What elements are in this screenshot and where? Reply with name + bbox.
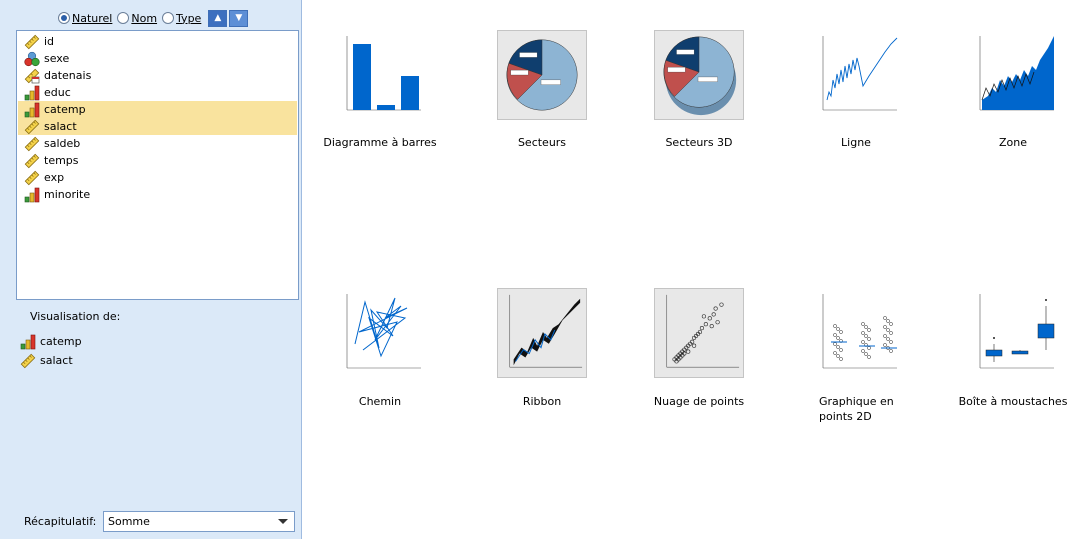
visualisation-label: Visualisation de: bbox=[30, 310, 121, 323]
variable-item-educ[interactable]: educ bbox=[18, 84, 297, 101]
chart-type-caption: Nuage de points bbox=[653, 395, 745, 408]
variable-label: catemp bbox=[44, 103, 86, 116]
visualisation-item-label: catemp bbox=[40, 335, 82, 348]
scale-ruler-icon bbox=[24, 136, 40, 152]
variable-label: datenais bbox=[44, 69, 92, 82]
visualisation-item-salact[interactable]: salact bbox=[20, 352, 73, 369]
chart-type-caption: Zone bbox=[998, 136, 1027, 149]
area-chart-thumbnail[interactable] bbox=[968, 30, 1058, 120]
sort-ascending-button[interactable]: ▲ bbox=[208, 9, 228, 27]
summary-select[interactable]: Somme bbox=[103, 511, 295, 532]
line-chart-thumbnail[interactable] bbox=[811, 30, 901, 120]
variable-item-saldeb[interactable]: saldeb bbox=[18, 135, 297, 152]
path-chart-thumbnail[interactable] bbox=[335, 288, 425, 378]
chart-type-caption: Boîte à moustaches bbox=[958, 395, 1068, 408]
sort-type-option[interactable]: Type bbox=[162, 12, 201, 25]
sort-bar: Naturel Nom Type ▲ ▼ bbox=[58, 8, 249, 28]
variable-list[interactable]: id sexe datenais educ catemp salact saldeb temp… bbox=[16, 30, 299, 300]
variable-label: exp bbox=[44, 171, 65, 184]
visualisation-item-catemp[interactable]: catemp bbox=[20, 333, 82, 350]
pie-chart-thumbnail[interactable] bbox=[497, 30, 587, 120]
dot2d-chart-thumbnail[interactable] bbox=[811, 288, 901, 378]
ordinal-icon bbox=[24, 102, 40, 118]
boxplot-chart-thumbnail[interactable] bbox=[968, 288, 1058, 378]
scale-ruler-icon bbox=[24, 170, 40, 186]
variables-panel: Naturel Nom Type ▲ ▼ id sexe datenais educ c… bbox=[0, 0, 302, 539]
variable-item-catemp[interactable]: catemp bbox=[18, 101, 297, 118]
ordinal-icon bbox=[24, 85, 40, 101]
scale-ruler-icon bbox=[20, 353, 36, 369]
ribbon-chart-thumbnail[interactable] bbox=[497, 288, 587, 378]
variable-label: temps bbox=[44, 154, 79, 167]
ordinal-icon bbox=[20, 334, 36, 350]
scale-ruler-icon bbox=[24, 119, 40, 135]
visualisation-item-label: salact bbox=[40, 354, 73, 367]
variable-item-salact[interactable]: salact bbox=[18, 118, 297, 135]
variable-label: saldeb bbox=[44, 137, 81, 150]
variable-label: minorite bbox=[44, 188, 91, 201]
variable-item-id[interactable]: id bbox=[18, 33, 297, 50]
chart-type-caption: Ligne bbox=[841, 136, 871, 149]
chart-type-caption: Secteurs 3D bbox=[665, 136, 733, 149]
variable-item-sexe[interactable]: sexe bbox=[18, 50, 297, 67]
sort-naturel-label: Naturel bbox=[72, 11, 113, 25]
sort-descending-icon: ▼ bbox=[235, 13, 243, 23]
radio-naturel[interactable] bbox=[58, 12, 70, 24]
variable-item-exp[interactable]: exp bbox=[18, 169, 297, 186]
variable-item-temps[interactable]: temps bbox=[18, 152, 297, 169]
summary-value: Somme bbox=[108, 515, 150, 528]
ordinal-icon bbox=[24, 187, 40, 203]
date-scale-icon bbox=[24, 68, 40, 84]
chart-type-caption: Ribbon bbox=[522, 395, 562, 408]
pie3d-chart-thumbnail[interactable] bbox=[654, 30, 744, 120]
nominal-icon bbox=[24, 51, 40, 67]
bar-chart-thumbnail[interactable] bbox=[335, 30, 425, 120]
variable-label: id bbox=[44, 35, 55, 48]
scale-ruler-icon bbox=[24, 34, 40, 50]
chart-type-caption: Graphique en points 2D bbox=[819, 395, 894, 423]
chevron-down-icon[interactable] bbox=[278, 519, 288, 524]
sort-ascending-icon: ▲ bbox=[214, 13, 222, 23]
chart-type-caption: Diagramme à barres bbox=[323, 136, 437, 149]
sort-nom-option[interactable]: Nom bbox=[117, 12, 157, 25]
variable-label: salact bbox=[44, 120, 77, 133]
radio-nom[interactable] bbox=[117, 12, 130, 24]
sort-naturel-option[interactable]: Naturel bbox=[58, 12, 112, 25]
sort-type-label: Type bbox=[176, 11, 202, 25]
variable-item-datenais[interactable]: datenais bbox=[18, 67, 297, 84]
scale-ruler-icon bbox=[24, 153, 40, 169]
chart-type-caption: Secteurs bbox=[517, 136, 567, 149]
sort-descending-button[interactable]: ▼ bbox=[229, 9, 249, 27]
summary-label: Récapitulatif: bbox=[24, 515, 97, 528]
radio-type[interactable] bbox=[162, 12, 175, 24]
chart-type-caption: Chemin bbox=[358, 395, 402, 408]
variable-item-minorite[interactable]: minorite bbox=[18, 186, 297, 203]
sort-nom-label: Nom bbox=[131, 11, 158, 25]
variable-label: educ bbox=[44, 86, 71, 99]
scatter-chart-thumbnail[interactable] bbox=[654, 288, 744, 378]
variable-label: sexe bbox=[44, 52, 70, 65]
